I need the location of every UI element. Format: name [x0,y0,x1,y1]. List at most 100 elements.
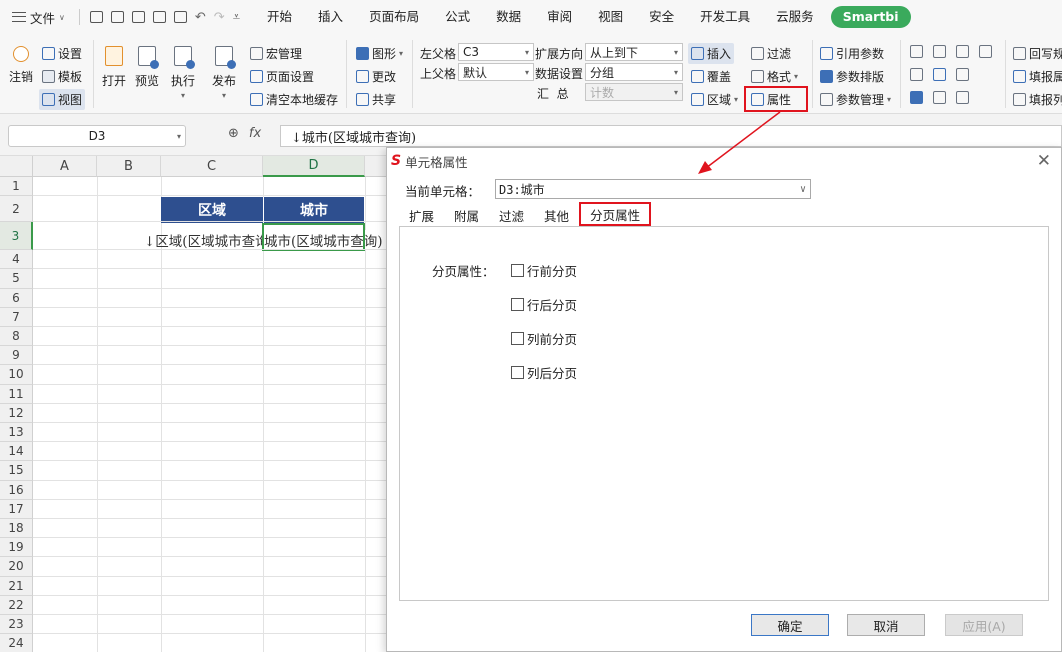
row-header-2[interactable]: 2 [0,196,33,223]
checkbox-row-before[interactable]: 行前分页 [511,261,577,280]
spinner-control-icon[interactable] [979,45,992,58]
calendar-control-icon[interactable] [956,91,969,104]
cancel-button[interactable]: 取消 [847,614,925,636]
checkbox-box[interactable] [511,366,524,379]
close-icon[interactable]: ✕ [1037,151,1051,171]
open-folder-icon[interactable] [89,11,103,23]
print-preview-icon[interactable] [173,11,187,23]
row-header-16[interactable]: 16 [0,480,33,500]
undo-icon[interactable]: ↶ [195,10,206,25]
menu-smartbi[interactable]: Smartbi [830,6,911,28]
tab-filter[interactable]: 过滤 [489,204,534,226]
save-icon[interactable] [110,11,124,23]
row-header-22[interactable]: 22 [0,595,33,615]
menu-developer[interactable]: 开发工具 [687,0,763,34]
row-header-14[interactable]: 14 [0,442,33,462]
checkbox-row-after[interactable]: 行后分页 [511,295,577,314]
checkbox-box[interactable] [511,264,524,277]
tab-attach[interactable]: 附属 [444,204,489,226]
select-all-corner[interactable] [0,156,33,177]
row-header-10[interactable]: 10 [0,365,33,385]
format-button[interactable]: 格式 ▾ [751,68,798,85]
logout-button[interactable]: 注销 [9,46,33,85]
row-header-9[interactable]: 9 [0,346,33,366]
open-button[interactable]: 打开 [102,46,126,89]
radio-control-icon[interactable] [933,91,946,104]
row-header-13[interactable]: 13 [0,423,33,443]
column-header-b[interactable]: B [97,156,161,177]
checkbox-col-after[interactable]: 列后分页 [511,363,577,382]
row-header-5[interactable]: 5 [0,269,33,289]
row-header-6[interactable]: 6 [0,288,33,308]
datebox-control-icon[interactable] [956,45,969,58]
tab-page-break[interactable]: 分页属性 [579,202,652,226]
row-header-17[interactable]: 17 [0,499,33,519]
current-cell-select[interactable]: D3:城市 ∨ [495,179,811,199]
data-setting-select[interactable]: 分组 ▾ [585,63,683,81]
macro-button[interactable]: 宏管理 [250,45,302,62]
row-header-1[interactable]: 1 [0,177,33,197]
row-header-4[interactable]: 4 [0,250,33,270]
tab-expand[interactable]: 扩展 [399,204,444,226]
checkbox-box[interactable] [511,298,524,311]
report-attr-button[interactable]: 填报属 [1013,68,1062,85]
region-button[interactable]: 区域 ▾ [691,91,738,108]
menu-home[interactable]: 开始 [254,0,305,34]
zoom-icon[interactable]: ⊕ [228,126,239,141]
cell-c2[interactable]: 区域 [161,197,263,223]
row-header-15[interactable]: 15 [0,461,33,481]
menu-cloud[interactable]: 云服务 [763,0,827,34]
column-header-a[interactable]: A [33,156,97,177]
expand-direction-select[interactable]: 从上到下 ▾ [585,43,683,61]
file-menu[interactable]: 文件 ∨ [0,8,73,27]
column-header-c[interactable]: C [161,156,263,177]
menu-page-layout[interactable]: 页面布局 [356,0,432,34]
left-parent-select[interactable]: C3 ▾ [458,43,534,61]
filter-button[interactable]: 过滤 [751,45,791,62]
menu-security[interactable]: 安全 [636,0,687,34]
template-button[interactable]: 模板 [42,68,82,85]
menu-view[interactable]: 视图 [585,0,636,34]
param-layout-button[interactable]: 参数排版 [820,68,884,85]
row-header-23[interactable]: 23 [0,615,33,635]
cell-d2[interactable]: 城市 [263,197,364,223]
clear-cache-button[interactable]: 清空本地缓存 [250,91,338,108]
save-as-icon[interactable] [131,11,145,23]
row-header-19[interactable]: 19 [0,538,33,558]
page-setup-button[interactable]: 页面设置 [250,68,314,85]
row-header-21[interactable]: 21 [0,576,33,596]
preview-button[interactable]: 预览 [135,46,159,89]
menu-insert[interactable]: 插入 [305,0,356,34]
textbox-control-icon[interactable] [956,68,969,81]
list-control-icon[interactable] [910,68,923,81]
print-icon[interactable] [152,11,166,23]
row-header-3[interactable]: 3 [0,222,33,251]
row-header-7[interactable]: 7 [0,307,33,327]
row-header-20[interactable]: 20 [0,557,33,577]
param-mgmt-button[interactable]: 参数管理 ▾ [820,91,891,108]
row-header-8[interactable]: 8 [0,327,33,347]
menu-review[interactable]: 审阅 [534,0,585,34]
share-button[interactable]: 共享 [356,91,396,108]
report-col-button[interactable]: 填报列 [1013,91,1062,108]
column-header-d[interactable]: D [263,156,365,177]
checkbox-control-icon[interactable] [910,91,923,104]
settings-button[interactable]: 设置 [42,45,82,62]
insert-button[interactable]: 插入 [688,43,735,64]
dropdown-control-icon[interactable] [933,45,946,58]
row-header-12[interactable]: 12 [0,403,33,423]
tab-other[interactable]: 其他 [534,204,579,226]
redo-icon[interactable]: ↷ [214,10,225,25]
change-button[interactable]: 更改 [356,68,396,85]
cover-button[interactable]: 覆盖 [691,68,731,85]
publish-button[interactable]: 发布 ▾ [212,46,236,100]
fx-icon[interactable]: fx [249,126,261,141]
execute-button[interactable]: 执行 ▾ [171,46,195,100]
combo-control-icon[interactable] [910,45,923,58]
top-parent-select[interactable]: 默认 ▾ [458,63,534,81]
customize-icon[interactable]: ⩡ [233,10,240,25]
tree-control-icon[interactable] [933,68,946,81]
formula-input[interactable]: ↓城市(区域城市查询) [280,125,1062,147]
writeback-button[interactable]: 回写规 [1013,45,1062,62]
checkbox-box[interactable] [511,332,524,345]
